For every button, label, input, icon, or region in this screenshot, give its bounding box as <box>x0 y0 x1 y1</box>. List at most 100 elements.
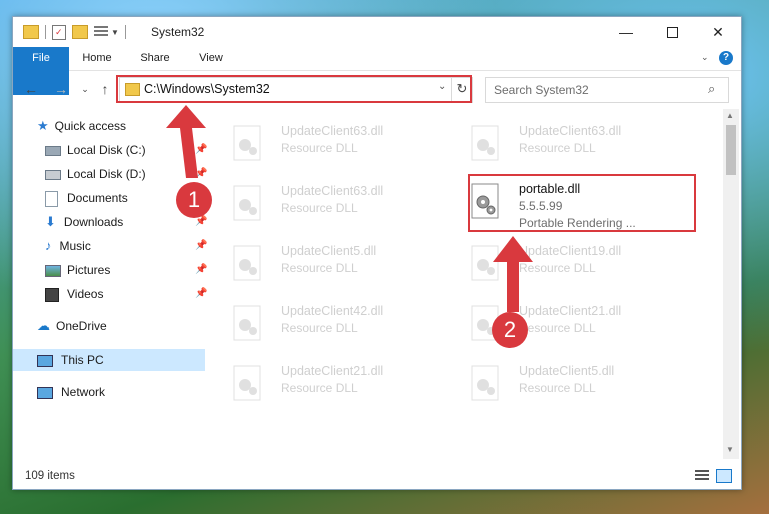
music-icon: ♪ <box>45 238 52 253</box>
search-icon: ⌕ <box>708 81 716 96</box>
navigation-pane: ★ Quick access Local Disk (C:) 📌 Local Di… <box>13 109 207 457</box>
sidebar-item-music[interactable]: ♪ Music 📌 <box>45 235 215 257</box>
file-type: Resource DLL <box>281 381 358 395</box>
chevron-down-icon[interactable]: ⌄ <box>701 52 709 63</box>
close-button[interactable]: ✕ <box>695 17 741 47</box>
file-name: UpdateClient63.dll <box>519 124 622 138</box>
sidebar-item-network[interactable]: Network <box>37 381 105 403</box>
file-type: Resource DLL <box>519 261 596 275</box>
gear-icon <box>471 245 501 283</box>
back-button[interactable]: ← <box>23 81 39 97</box>
recent-locations-button[interactable]: ⌄ <box>77 81 93 97</box>
search-box[interactable]: Search System32 ⌕ <box>485 77 729 103</box>
tab-share[interactable]: Share <box>135 47 175 70</box>
forward-button[interactable]: → <box>53 81 69 97</box>
video-icon <box>45 287 59 302</box>
sidebar-item-label: Documents <box>67 191 128 205</box>
minimize-button[interactable]: — <box>603 17 649 47</box>
sidebar-item-local-disk-c[interactable]: Local Disk (C:) 📌 <box>45 139 215 161</box>
file-name: UpdateClient19.dll <box>519 244 622 258</box>
scroll-down-arrow[interactable]: ▼ <box>726 445 734 454</box>
file-type: Resource DLL <box>281 141 358 155</box>
file-name: UpdateClient42.dll <box>281 304 384 318</box>
close-icon: ✕ <box>712 23 724 40</box>
file-item[interactable]: UpdateClient21.dll Resource DLL <box>219 359 439 407</box>
sidebar-item-this-pc[interactable]: This PC <box>13 349 205 371</box>
maximize-icon <box>666 26 678 38</box>
chevron-down-icon[interactable]: ▼ <box>111 28 119 37</box>
file-item[interactable]: UpdateClient5.dll Resource DLL <box>219 239 439 287</box>
new-folder-icon[interactable] <box>72 25 88 39</box>
tab-view[interactable]: View <box>193 47 229 70</box>
ribbon: File Home Share View ⌄ ? <box>13 47 741 95</box>
step-1-badge: 1 <box>176 182 212 218</box>
drive-icon <box>45 169 61 180</box>
sidebar-item-onedrive[interactable]: ☁ OneDrive <box>37 315 107 337</box>
customize-icon[interactable] <box>94 26 108 38</box>
sidebar-item-label: Local Disk (C:) <box>67 143 146 157</box>
sidebar-item-label: Videos <box>67 287 104 301</box>
file-type: Resource DLL <box>519 381 596 395</box>
sidebar-item-pictures[interactable]: Pictures 📌 <box>45 259 215 281</box>
file-item[interactable]: UpdateClient19.dll Resource DLL <box>457 239 677 287</box>
gear-icon <box>233 305 263 343</box>
file-type: Resource DLL <box>281 261 358 275</box>
toolbar-divider <box>45 25 46 39</box>
download-icon: ⬇ <box>45 214 56 229</box>
file-item[interactable]: UpdateClient63.dll Resource DLL <box>219 179 439 227</box>
gear-icon <box>233 185 263 223</box>
pin-icon: 📌 <box>195 144 208 155</box>
file-item[interactable]: UpdateClient5.dll Resource DLL <box>457 359 677 407</box>
tab-home[interactable]: Home <box>77 47 117 70</box>
pin-icon: 📌 <box>195 264 208 275</box>
file-name: UpdateClient63.dll <box>281 124 384 138</box>
up-button[interactable]: ↑ <box>97 81 113 97</box>
item-count: 109 items <box>25 470 75 482</box>
pin-icon: 📌 <box>195 288 208 299</box>
address-bar-highlight <box>116 75 472 103</box>
sidebar-item-label: Pictures <box>67 263 111 277</box>
chevron-down-icon: ⌄ <box>81 84 89 94</box>
arrow-right-icon: → <box>54 81 68 97</box>
quick-access-toolbar: ✓ ▼ <box>23 23 126 41</box>
sidebar-item-quick-access[interactable]: ★ Quick access <box>37 115 126 137</box>
vertical-scrollbar[interactable]: ▲ ▼ <box>723 109 739 459</box>
title-bar: ✓ ▼ System32 — ✕ <box>13 17 741 47</box>
gear-icon <box>233 125 263 163</box>
scroll-up-arrow[interactable]: ▲ <box>726 111 734 120</box>
gear-icon <box>471 125 501 163</box>
gear-icon <box>471 365 501 403</box>
sidebar-item-label: Quick access <box>54 119 127 133</box>
window-title: System32 <box>151 25 205 39</box>
file-type: Resource DLL <box>281 321 358 335</box>
sidebar-item-videos[interactable]: Videos 📌 <box>45 283 215 305</box>
file-name: UpdateClient5.dll <box>281 244 377 258</box>
scrollbar-thumb[interactable] <box>726 125 736 175</box>
file-item[interactable]: UpdateClient21.dll Resource DLL <box>457 299 677 347</box>
minimize-icon: — <box>619 24 633 40</box>
step-2-badge: 2 <box>492 312 528 348</box>
file-name: UpdateClient21.dll <box>519 304 622 318</box>
help-icon[interactable]: ? <box>719 51 733 65</box>
maximize-button[interactable] <box>649 17 695 47</box>
large-icons-view-icon[interactable] <box>716 469 732 483</box>
folder-icon[interactable] <box>23 25 39 39</box>
file-item[interactable]: UpdateClient63.dll Resource DLL <box>219 119 439 167</box>
properties-icon[interactable]: ✓ <box>52 24 66 40</box>
file-type: Resource DLL <box>519 141 596 155</box>
picture-icon <box>45 264 61 277</box>
details-view-icon[interactable] <box>695 470 709 482</box>
sidebar-item-label: Music <box>59 239 91 253</box>
computer-icon <box>37 354 53 367</box>
file-name: UpdateClient5.dll <box>519 364 615 378</box>
arrow-left-icon: ← <box>24 81 38 97</box>
file-item[interactable]: UpdateClient42.dll Resource DLL <box>219 299 439 347</box>
file-name: UpdateClient63.dll <box>281 184 384 198</box>
file-highlight <box>468 174 696 232</box>
document-icon <box>45 190 58 207</box>
search-input[interactable]: Search System32 <box>494 83 589 97</box>
sidebar-item-label: Network <box>61 385 106 399</box>
cloud-icon: ☁ <box>37 318 50 333</box>
file-item[interactable]: UpdateClient63.dll Resource DLL <box>457 119 677 167</box>
status-bar: 109 items <box>13 465 741 489</box>
